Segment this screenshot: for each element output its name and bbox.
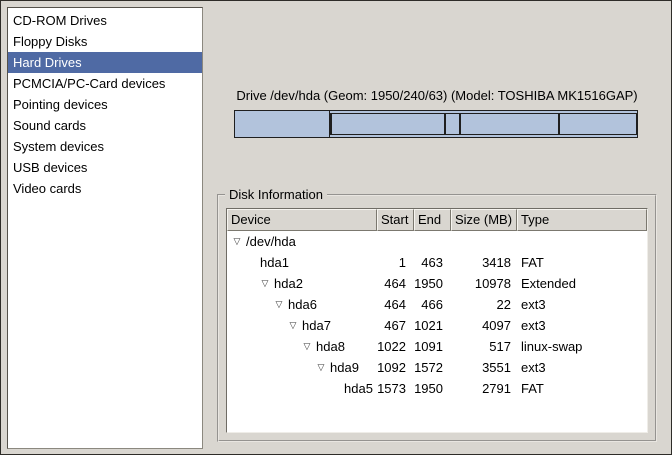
table-row-hda2[interactable]: ▽hda2464195010978Extended [227,273,647,294]
sidebar-item-pcmcia-pc-card-devices[interactable]: PCMCIA/PC-Card devices [8,73,202,94]
table-row-dev-hda[interactable]: ▽/dev/hda [227,231,647,252]
expander-icon[interactable]: ▽ [315,357,327,378]
device-cell: ▽hda9 [227,357,377,378]
start-cell: 1 [377,252,414,273]
device-cell: ▽hda2 [227,273,377,294]
start-cell: 1092 [377,357,414,378]
partition-segment-hda5 [559,113,637,135]
device-name: hda8 [316,336,345,357]
device-cell: ▽hda6 [227,294,377,315]
type-cell: ext3 [517,315,647,336]
table-row-hda9[interactable]: ▽hda9109215723551ext3 [227,357,647,378]
sidebar-item-system-devices[interactable]: System devices [8,136,202,157]
partition-segment-hda8 [445,113,459,135]
column-header-size-mb[interactable]: Size (MB) [451,209,517,231]
end-cell: 1950 [414,378,451,399]
end-cell: 1021 [414,315,451,336]
size-cell: 4097 [451,315,517,336]
column-header-start[interactable]: Start [377,209,414,231]
end-cell: 466 [414,294,451,315]
size-cell [451,231,517,252]
start-cell: 464 [377,273,414,294]
end-cell [414,231,451,252]
sidebar-item-video-cards[interactable]: Video cards [8,178,202,199]
table-row-hda8[interactable]: ▽hda810221091517linux-swap [227,336,647,357]
device-cell: ▽hda8 [227,336,377,357]
disk-table-body: ▽/dev/hdahda114633418FAT▽hda246419501097… [227,231,647,399]
start-cell: 1573 [377,378,414,399]
device-name: hda7 [302,315,331,336]
sidebar-item-usb-devices[interactable]: USB devices [8,157,202,178]
end-cell: 1572 [414,357,451,378]
expander-icon[interactable]: ▽ [301,336,313,357]
frame-label: Disk Information [225,187,327,203]
partition-segment-hda2 [330,111,637,137]
disk-table-header: DeviceStartEndSize (MB)Type [227,209,647,231]
device-cell: hda1 [227,252,377,273]
device-cell: hda5 [227,378,377,399]
size-cell: 517 [451,336,517,357]
device-cell: ▽hda7 [227,315,377,336]
sidebar-item-sound-cards[interactable]: Sound cards [8,115,202,136]
sidebar-item-hard-drives[interactable]: Hard Drives [8,52,202,73]
device-name: /dev/hda [246,231,296,252]
start-cell: 1022 [377,336,414,357]
table-row-hda6[interactable]: ▽hda646446622ext3 [227,294,647,315]
size-cell: 3418 [451,252,517,273]
size-cell: 22 [451,294,517,315]
end-cell: 1091 [414,336,451,357]
start-cell [377,231,414,252]
device-cell: ▽/dev/hda [227,231,377,252]
start-cell: 467 [377,315,414,336]
expander-icon[interactable]: ▽ [273,294,285,315]
sidebar-item-cd-rom-drives[interactable]: CD-ROM Drives [8,10,202,31]
table-row-hda1[interactable]: hda1 14633418FAT [227,252,647,273]
type-cell: ext3 [517,357,647,378]
drive-title: Drive /dev/hda (Geom: 1950/240/63) (Mode… [217,88,657,103]
partition-segment-hda7 [331,113,445,135]
column-header-device[interactable]: Device [227,209,377,231]
table-row-hda5[interactable]: hda5157319502791FAT [227,378,647,399]
disk-table: DeviceStartEndSize (MB)Type ▽/dev/hdahda… [226,208,648,433]
sidebar-item-pointing-devices[interactable]: Pointing devices [8,94,202,115]
expander-icon[interactable]: ▽ [287,315,299,336]
disk-information-frame: Disk Information DeviceStartEndSize (MB)… [217,194,657,442]
end-cell: 1950 [414,273,451,294]
device-category-list: CD-ROM DrivesFloppy DisksHard DrivesPCMC… [7,7,203,449]
type-cell: Extended [517,273,647,294]
size-cell: 10978 [451,273,517,294]
size-cell: 3551 [451,357,517,378]
partition-segment-hda9 [460,113,559,135]
type-cell: linux-swap [517,336,647,357]
device-name: hda2 [274,273,303,294]
device-name: hda6 [288,294,317,315]
device-name: hda5 [344,378,373,399]
end-cell: 463 [414,252,451,273]
partition-segment-hda1 [235,111,330,137]
type-cell: FAT [517,252,647,273]
expander-icon[interactable]: ▽ [259,273,271,294]
type-cell: ext3 [517,294,647,315]
size-cell: 2791 [451,378,517,399]
start-cell: 464 [377,294,414,315]
column-header-type[interactable]: Type [517,209,647,231]
column-header-end[interactable]: End [414,209,451,231]
type-cell [517,231,647,252]
table-row-hda7[interactable]: ▽hda746710214097ext3 [227,315,647,336]
partition-bar [234,110,638,138]
expander-icon[interactable]: ▽ [231,231,243,252]
device-name: hda1 [260,252,289,273]
sidebar-item-floppy-disks[interactable]: Floppy Disks [8,31,202,52]
hardware-browser-window: CD-ROM DrivesFloppy DisksHard DrivesPCMC… [0,0,672,455]
type-cell: FAT [517,378,647,399]
device-name: hda9 [330,357,359,378]
